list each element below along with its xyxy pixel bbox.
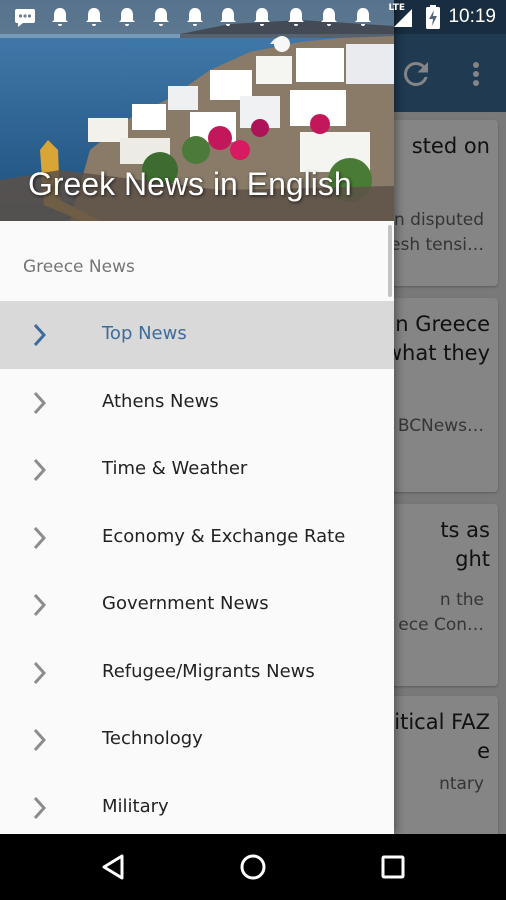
drawer-menu: Top News Athens News Time & Weather Econ… bbox=[0, 301, 394, 834]
menu-item-label: Time & Weather bbox=[102, 458, 248, 479]
menu-item-athens-news[interactable]: Athens News bbox=[0, 369, 394, 437]
menu-item-government-news[interactable]: Government News bbox=[0, 571, 394, 639]
chevron-right-icon bbox=[33, 593, 47, 617]
chevron-right-icon bbox=[33, 728, 47, 752]
menu-item-label: Economy & Exchange Rate bbox=[102, 525, 346, 547]
message-icon bbox=[15, 9, 35, 27]
menu-item-refugee-migrants-news[interactable]: Refugee/Migrants News bbox=[0, 639, 394, 707]
chevron-right-icon bbox=[33, 391, 47, 414]
navigation-bar bbox=[0, 834, 506, 900]
bell-icon bbox=[355, 8, 371, 26]
bell-icon bbox=[321, 8, 337, 26]
bell-icon bbox=[52, 8, 68, 26]
signal-icon: LTE bbox=[388, 3, 418, 29]
clock: 10:19 bbox=[448, 6, 496, 27]
network-type-label: LTE bbox=[388, 3, 405, 13]
drawer-header-title: Greek News in English bbox=[28, 166, 352, 202]
battery-charging-icon bbox=[426, 5, 441, 29]
menu-item-label: Government News bbox=[102, 593, 269, 614]
bell-icon bbox=[254, 8, 270, 26]
back-icon[interactable] bbox=[96, 849, 132, 885]
menu-item-top-news[interactable]: Top News bbox=[0, 301, 394, 369]
section-label: Greece News bbox=[23, 257, 135, 277]
menu-item-economy-exchange-rate[interactable]: Economy & Exchange Rate bbox=[0, 504, 394, 572]
bell-icon bbox=[220, 8, 236, 26]
bell-icon bbox=[288, 8, 304, 26]
chevron-right-icon bbox=[33, 458, 47, 482]
bell-icon bbox=[187, 8, 203, 26]
status-bar: LTE 10:19 bbox=[0, 0, 506, 34]
menu-item-technology[interactable]: Technology bbox=[0, 706, 394, 774]
menu-item-label: Athens News bbox=[102, 390, 219, 412]
screen: sted on n disputed esh tensi… n Greece w… bbox=[0, 0, 506, 900]
home-icon[interactable] bbox=[235, 849, 271, 885]
recents-icon[interactable] bbox=[375, 849, 411, 885]
bell-icon bbox=[153, 8, 169, 26]
menu-item-military[interactable]: Military bbox=[0, 774, 394, 835]
chevron-right-icon bbox=[33, 796, 47, 819]
chevron-right-icon bbox=[33, 661, 47, 684]
status-indicators: LTE 10:19 bbox=[388, 0, 496, 34]
chevron-right-icon bbox=[33, 526, 47, 549]
navigation-drawer: Greek News in English Greece News Top Ne… bbox=[0, 0, 394, 834]
menu-item-label: Top News bbox=[102, 323, 187, 344]
chevron-right-icon bbox=[33, 323, 47, 347]
bell-icon bbox=[119, 8, 135, 26]
menu-item-label: Military bbox=[102, 795, 169, 817]
bell-icon bbox=[86, 8, 102, 26]
menu-item-label: Refugee/Migrants News bbox=[102, 660, 315, 682]
drawer-scrollbar[interactable] bbox=[388, 225, 392, 297]
menu-item-time-weather[interactable]: Time & Weather bbox=[0, 436, 394, 504]
menu-item-label: Technology bbox=[102, 728, 203, 749]
